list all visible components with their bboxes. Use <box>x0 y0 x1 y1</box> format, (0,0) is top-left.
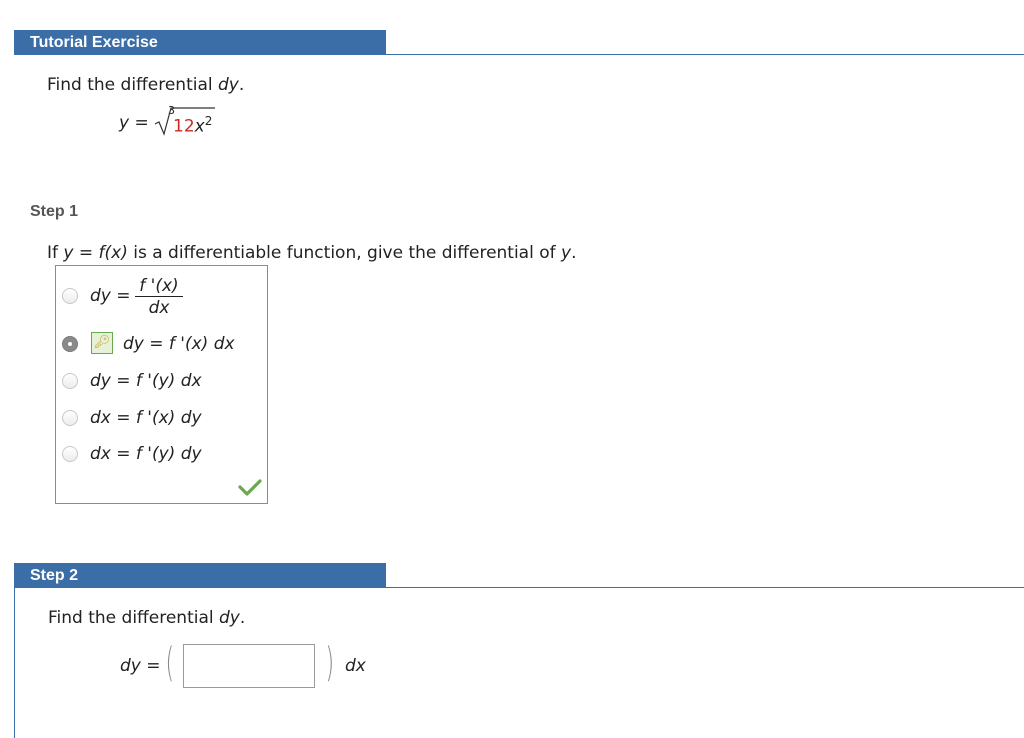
radicand-var: x <box>194 116 205 137</box>
radicand: 12x2 <box>173 114 212 137</box>
problem-equation: y = 3 12x2 <box>119 104 259 138</box>
radicand-exp: 2 <box>204 114 213 128</box>
option-radio-4[interactable] <box>62 410 78 426</box>
prompt-text: Find the differential <box>47 75 219 95</box>
step2-prompt-text: Find the differential <box>48 608 220 628</box>
step2-prompt-end: . <box>239 608 246 628</box>
problem-prompt: Find the differential dy. <box>47 75 244 95</box>
tutorial-title: Tutorial Exercise <box>30 34 158 51</box>
option-5-text: dx = f '(y) dy <box>90 444 202 464</box>
prompt-var: dy <box>218 75 239 95</box>
option-1-lhs: dy = <box>90 286 131 306</box>
option-radio-1[interactable] <box>62 288 78 304</box>
answer-input[interactable] <box>183 644 315 688</box>
header-rule <box>386 54 1024 55</box>
checkmark-icon <box>238 479 262 496</box>
option-4-text: dx = f '(x) dy <box>90 408 202 428</box>
radicand-coef: 12 <box>173 116 195 137</box>
option-radio-3[interactable] <box>62 373 78 389</box>
option-2-text: dy = f '(x) dx <box>123 334 235 354</box>
step2-prompt-var: dy <box>219 608 240 628</box>
step2-header: Step 2 <box>14 563 386 588</box>
q-eq: y = f(x) <box>63 243 128 263</box>
step2-eq-lhs: dy = <box>120 656 161 676</box>
q-pre: If <box>47 243 64 263</box>
step2-eq-rhs: dx <box>345 656 366 676</box>
step2-prompt: Find the differential dy. <box>48 608 245 628</box>
option-radio-2[interactable] <box>62 336 78 352</box>
key-icon: 🔑︎ <box>91 332 113 354</box>
option-radio-5[interactable] <box>62 446 78 462</box>
option-1-fraction: f '(x) dx <box>135 276 183 319</box>
step2-label: Step 2 <box>30 567 79 584</box>
step2-left-border <box>14 588 15 738</box>
step2-rule <box>386 587 1024 588</box>
equation-lhs: y = <box>119 113 149 133</box>
option-1-denominator: dx <box>148 298 170 318</box>
right-paren: ) <box>325 640 335 686</box>
option-3-text: dy = f '(y) dx <box>90 371 202 391</box>
q-mid: is a differentiable function, give the d… <box>127 243 562 263</box>
q-end: . <box>571 243 577 263</box>
step1-label: Step 1 <box>30 203 79 220</box>
left-paren: ( <box>165 640 175 686</box>
step1-question: If y = f(x) is a differentiable function… <box>47 243 577 263</box>
prompt-end: . <box>238 75 245 95</box>
q-var: y <box>561 243 572 263</box>
option-1-numerator: f '(x) <box>135 276 183 297</box>
tutorial-header: Tutorial Exercise <box>14 30 386 55</box>
